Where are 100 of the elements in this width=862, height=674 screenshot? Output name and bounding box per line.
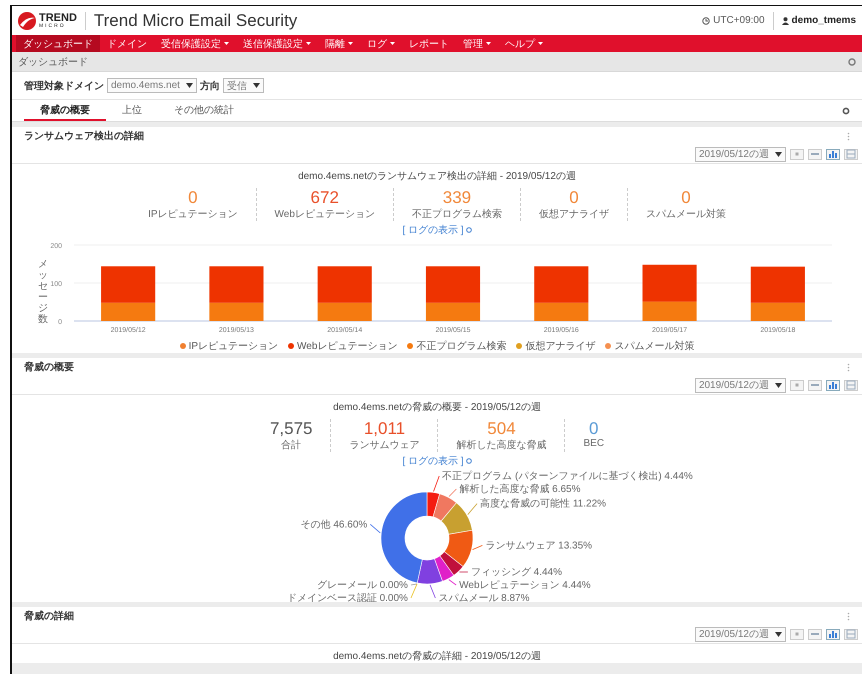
nav-item[interactable]: レポート bbox=[402, 35, 456, 52]
nav-item[interactable]: ログ bbox=[360, 35, 402, 52]
data-label: ランサムウェア 13.35% bbox=[485, 540, 592, 552]
legend-label: 不正プログラム検索 bbox=[416, 340, 506, 353]
axis-title: メッセージ数 bbox=[38, 259, 48, 325]
chart-title: demo.4ems.netの脅威の概要 - 2019/05/12の週 bbox=[332, 400, 542, 414]
legend-dot bbox=[180, 343, 186, 349]
stat-value: 0 bbox=[589, 419, 598, 438]
nav-item[interactable]: ダッシュボード bbox=[16, 35, 100, 52]
stat-label: 仮想アナライザ bbox=[538, 208, 609, 221]
leader-line bbox=[448, 488, 457, 497]
caret-icon bbox=[186, 83, 193, 88]
caret-icon bbox=[775, 382, 782, 388]
stat-value: 0 bbox=[188, 188, 198, 207]
table-icon bbox=[846, 150, 856, 158]
nav-item[interactable]: ドメイン bbox=[100, 35, 154, 52]
stat-label: Webレピュテーション bbox=[274, 208, 375, 221]
legend-label: Webレピュテーション bbox=[297, 340, 398, 353]
stat-label: 不正プログラム検索 bbox=[412, 208, 502, 221]
data-label: 高度な脅威の可能性 11.22% bbox=[480, 498, 606, 510]
filter-label: 方向 bbox=[200, 79, 220, 92]
data-label: Webレピュテーション 4.44% bbox=[459, 580, 591, 591]
chart-title: demo.4ems.netのランサムウェア検出の詳細 - 2019/05/12の週 bbox=[297, 170, 577, 183]
caret-icon bbox=[252, 83, 260, 88]
leader-line bbox=[433, 476, 440, 492]
stat-label: IPレピュテーション bbox=[148, 208, 238, 221]
chart-title: demo.4ems.netの脅威の詳細 - 2019/05/12の週 bbox=[332, 650, 542, 663]
legend-dot bbox=[288, 343, 294, 349]
bar-view-button[interactable] bbox=[826, 628, 840, 640]
nav-item[interactable]: 受信保護設定 bbox=[154, 35, 236, 52]
more-icon[interactable] bbox=[847, 612, 850, 620]
breadcrumb: ダッシュボード bbox=[18, 56, 88, 68]
bar-view-button[interactable] bbox=[826, 380, 840, 390]
tab[interactable]: その他の統計 bbox=[158, 100, 250, 121]
panel-title: 脅威の概要 bbox=[24, 360, 74, 374]
nav-item[interactable]: ヘルプ bbox=[498, 35, 550, 52]
nav-item[interactable]: 送信保護設定 bbox=[236, 35, 318, 52]
export-view-button[interactable] bbox=[790, 628, 804, 640]
log-link[interactable]: [ ログの表示 ] bbox=[402, 454, 464, 468]
legend-label: IPレピュテーション bbox=[188, 340, 278, 353]
leader-line bbox=[472, 544, 483, 550]
stat-value: 0 bbox=[681, 188, 691, 207]
week-select[interactable]: 2019/05/12の週 bbox=[694, 378, 786, 392]
logo-icon bbox=[18, 12, 36, 30]
data-label: 不正プログラム (パターンファイルに基づく検出) 4.44% bbox=[442, 471, 693, 482]
timezone-text: UTC+09:00 bbox=[713, 15, 765, 26]
export-view-button[interactable] bbox=[790, 380, 804, 390]
panel-title: 脅威の詳細 bbox=[24, 610, 74, 623]
leader-line bbox=[430, 584, 436, 598]
panel-title: ランサムウェア検出の詳細 bbox=[24, 130, 144, 143]
clock-icon bbox=[702, 16, 710, 24]
nav-item[interactable]: 隔離 bbox=[318, 35, 360, 52]
leader-line bbox=[370, 524, 381, 534]
line-view-button[interactable] bbox=[808, 148, 822, 160]
settings-icon[interactable] bbox=[848, 58, 856, 66]
tab[interactable]: 上位 bbox=[106, 100, 158, 121]
legend-label: 仮想アナライザ bbox=[525, 340, 596, 353]
filter-label: 管理対象ドメイン bbox=[24, 79, 104, 92]
data-label: 解析した高度な脅威 6.65% bbox=[459, 484, 581, 496]
export-view-button[interactable] bbox=[790, 148, 804, 160]
tab[interactable]: 脅威の概要 bbox=[24, 100, 106, 121]
data-label: フィッシング 4.44% bbox=[470, 567, 562, 578]
table-icon bbox=[846, 630, 856, 638]
stat-value: 7,575 bbox=[270, 419, 312, 438]
settings-icon[interactable] bbox=[842, 106, 850, 114]
link-icon bbox=[466, 458, 472, 464]
nav-item[interactable]: 管理 bbox=[456, 35, 498, 52]
domain-select[interactable]: demo.4ems.net bbox=[107, 78, 197, 93]
stat-label: 解析した高度な脅威 bbox=[456, 438, 546, 452]
logo-text: TREND bbox=[39, 12, 77, 24]
stat-value: 672 bbox=[310, 188, 339, 207]
stat-value: 0 bbox=[569, 188, 579, 207]
line-view-button[interactable] bbox=[808, 628, 822, 640]
table-view-button[interactable] bbox=[844, 628, 858, 640]
legend-label: スパムメール対策 bbox=[614, 340, 694, 353]
bar-chart-icon bbox=[829, 631, 837, 638]
more-icon[interactable] bbox=[847, 132, 850, 140]
log-link[interactable]: [ ログの表示 ] bbox=[402, 223, 464, 237]
line-view-button[interactable] bbox=[808, 380, 822, 390]
stat-label: 合計 bbox=[281, 438, 302, 452]
app-title: Trend Micro Email Security bbox=[94, 10, 298, 30]
table-view-button[interactable] bbox=[844, 148, 858, 160]
legend-dot bbox=[605, 343, 612, 349]
direction-select[interactable]: 受信 bbox=[222, 78, 264, 93]
leader-line bbox=[467, 503, 478, 515]
bar-view-button[interactable] bbox=[826, 148, 840, 160]
user-menu[interactable]: demo_tmems bbox=[792, 15, 856, 26]
legend-dot bbox=[407, 343, 414, 349]
data-label: ドメインベース認証 0.00% bbox=[286, 593, 408, 602]
stat-label: スパムメール対策 bbox=[646, 208, 726, 221]
week-select[interactable]: 2019/05/12の週 bbox=[694, 626, 786, 642]
table-view-button[interactable] bbox=[844, 380, 858, 390]
user-icon bbox=[782, 16, 789, 24]
data-label: その他 46.60% bbox=[300, 519, 368, 530]
stat-label: ランサムウェア bbox=[349, 439, 420, 452]
week-select[interactable]: 2019/05/12の週 bbox=[694, 146, 786, 162]
caret-icon bbox=[775, 632, 782, 636]
bar-chart-icon bbox=[829, 151, 837, 158]
caret-icon bbox=[775, 152, 782, 156]
more-icon[interactable] bbox=[847, 362, 850, 372]
